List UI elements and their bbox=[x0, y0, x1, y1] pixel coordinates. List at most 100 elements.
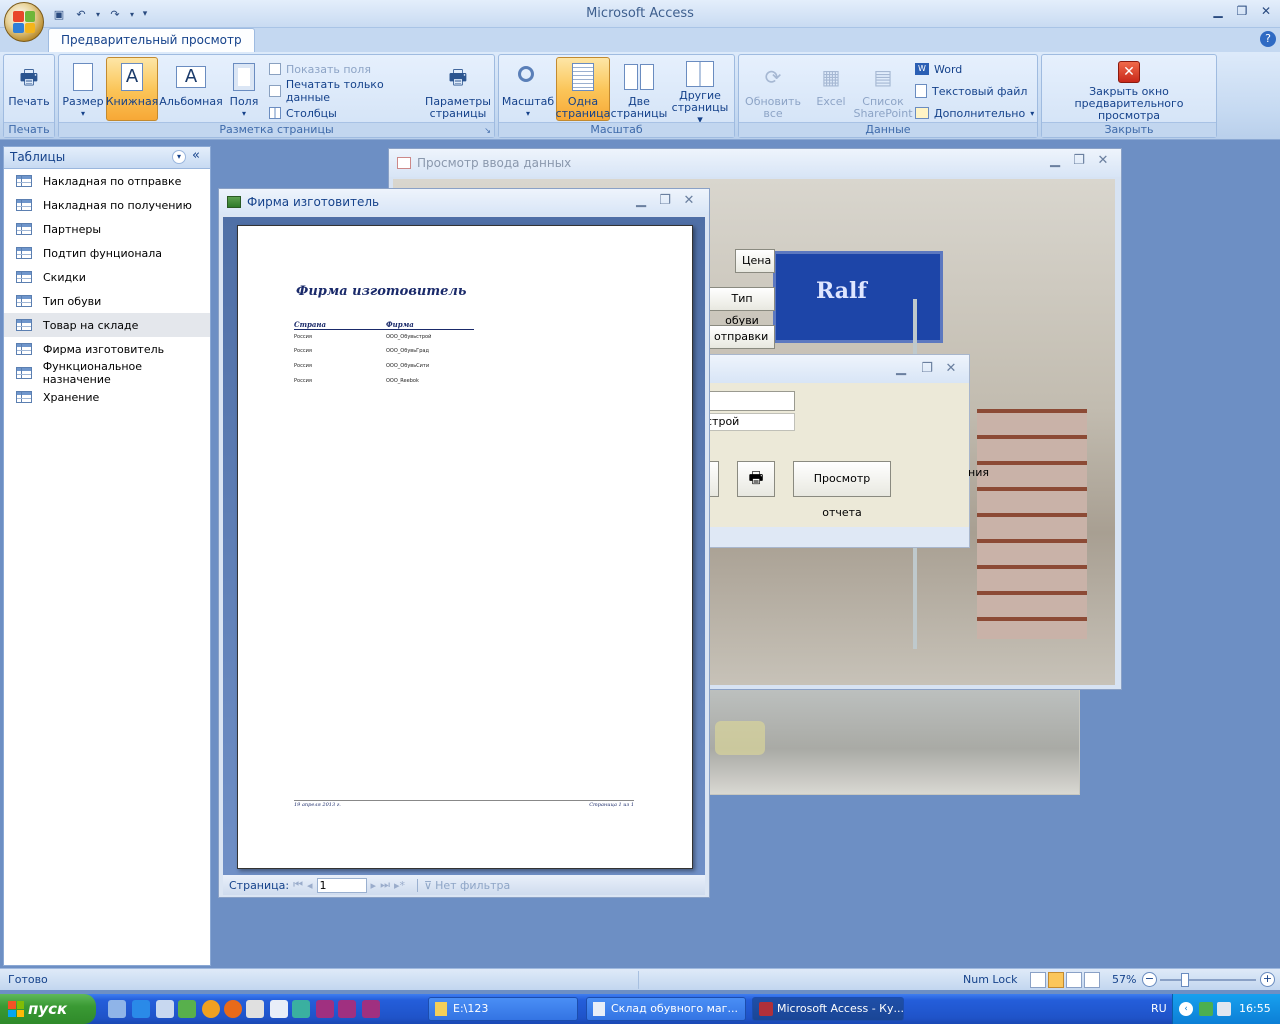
nav-item[interactable]: Партнеры bbox=[4, 217, 210, 241]
undo-icon[interactable]: ↶ bbox=[72, 5, 90, 23]
taskbar-item-document[interactable]: Склад обувного маг... bbox=[586, 997, 746, 1021]
zoom-button[interactable]: Масштаб ▾ bbox=[501, 57, 555, 121]
minimize-icon[interactable]: ▁ bbox=[1206, 4, 1230, 22]
report-page[interactable]: Фирма изготовитель Страна Фирма Россия О… bbox=[237, 225, 693, 869]
tray-expand-icon[interactable]: ‹ bbox=[1179, 1002, 1193, 1016]
prev-page-icon[interactable]: ◂ bbox=[307, 879, 313, 892]
two-pages-button[interactable]: Две страницы bbox=[611, 57, 667, 121]
preview-report-button[interactable]: Просмотр отчета bbox=[793, 461, 891, 519]
redo-icon[interactable]: ↷ bbox=[106, 5, 124, 23]
zoom-out-icon[interactable]: − bbox=[1142, 972, 1157, 987]
page-number-input[interactable]: 1 bbox=[316, 877, 367, 893]
nav-item[interactable]: Функциональное назначение bbox=[4, 360, 210, 386]
chevron-down-icon: ▾ bbox=[241, 109, 246, 118]
filter-indicator[interactable]: ⊽ Нет фильтра bbox=[417, 878, 510, 892]
nav-item[interactable]: Скидки bbox=[4, 265, 210, 289]
minimize-icon[interactable]: ▁ bbox=[631, 193, 651, 211]
maximize-icon[interactable]: ❐ bbox=[917, 361, 937, 379]
undo-dropdown-icon[interactable]: ▾ bbox=[94, 5, 102, 23]
network-icon[interactable] bbox=[1217, 1002, 1231, 1016]
print-data-only-checkbox[interactable]: Печатать только данные bbox=[269, 78, 429, 104]
excel-button[interactable]: ▦ Excel bbox=[809, 57, 853, 121]
close-icon[interactable]: ✕ bbox=[1254, 4, 1278, 22]
size-button[interactable]: Размер ▾ bbox=[61, 57, 105, 121]
sharepoint-list-button[interactable]: ▤ Список SharePoint bbox=[853, 57, 913, 121]
shoe-type-button[interactable]: Тип обуви bbox=[709, 287, 775, 327]
taskbar-item-folder[interactable]: E:\123 bbox=[428, 997, 578, 1021]
tray-icon[interactable] bbox=[1199, 1002, 1213, 1016]
close-preview-button[interactable]: ✕ Закрыть окно предварительного просмотр… bbox=[1044, 57, 1214, 122]
app-icon[interactable] bbox=[202, 1000, 220, 1018]
close-icon[interactable]: ✕ bbox=[941, 361, 961, 379]
app-icon[interactable] bbox=[178, 1000, 196, 1018]
landscape-button[interactable]: A Альбомная bbox=[159, 57, 223, 121]
next-page-icon[interactable]: ▸ bbox=[371, 879, 377, 892]
maximize-icon[interactable]: ❐ bbox=[655, 193, 675, 211]
collapse-pane-icon[interactable]: « bbox=[192, 148, 200, 163]
text-file-button[interactable]: Текстовый файл bbox=[915, 81, 1037, 101]
zoom-slider-track[interactable] bbox=[1160, 979, 1256, 981]
nav-item[interactable]: Тип обуви bbox=[4, 289, 210, 313]
nav-item[interactable]: Хранение bbox=[4, 385, 210, 409]
design-view-icon[interactable] bbox=[1084, 972, 1100, 988]
nav-menu-chevron-icon[interactable]: ▾ bbox=[172, 150, 186, 164]
nav-item[interactable]: Фирма изготовитель bbox=[4, 337, 210, 361]
nav-item[interactable]: Накладная по получению bbox=[4, 193, 210, 217]
desktop-icon[interactable] bbox=[156, 1000, 174, 1018]
word-button[interactable]: W Word bbox=[915, 59, 1037, 79]
maximize-icon[interactable]: ❐ bbox=[1230, 4, 1254, 22]
tab-print-preview[interactable]: Предварительный просмотр bbox=[48, 28, 255, 52]
report-row: Россия ООО_ОбувьСити bbox=[294, 363, 474, 373]
zoom-slider-thumb[interactable] bbox=[1181, 973, 1189, 987]
help-icon[interactable]: ? bbox=[1260, 31, 1276, 47]
dialog-window: ▁ ❐ ✕ строй 🖶 Просмотр отчета bbox=[700, 354, 970, 548]
report-view-icon[interactable] bbox=[1030, 972, 1046, 988]
zoom-in-icon[interactable]: + bbox=[1260, 972, 1275, 987]
print-report-button[interactable]: 🖶 bbox=[737, 461, 775, 497]
more-pages-button[interactable]: Другие страницы ▾ bbox=[668, 57, 732, 126]
columns-button[interactable]: Столбцы bbox=[269, 103, 429, 123]
redo-dropdown-icon[interactable]: ▾ bbox=[128, 5, 136, 23]
nav-item-selected[interactable]: Товар на складе bbox=[4, 313, 210, 337]
quick-launch-icon[interactable] bbox=[108, 1000, 126, 1018]
last-page-icon[interactable]: ⏭ bbox=[380, 878, 390, 892]
start-button[interactable]: пуск bbox=[0, 994, 96, 1024]
dialog-field-1[interactable] bbox=[701, 391, 795, 411]
app-icon[interactable] bbox=[316, 1000, 334, 1018]
new-record-icon[interactable]: ▸* bbox=[394, 879, 405, 892]
app-icon[interactable] bbox=[362, 1000, 380, 1018]
print-button[interactable]: 🖶 Печать bbox=[6, 57, 52, 121]
show-margins-checkbox[interactable]: Показать поля bbox=[269, 59, 429, 79]
maximize-icon[interactable]: ❐ bbox=[1069, 153, 1089, 171]
dialog-launcher-icon[interactable]: ↘ bbox=[484, 126, 491, 135]
portrait-button[interactable]: A Книжная bbox=[106, 57, 158, 121]
margins-button[interactable]: Поля ▾ bbox=[224, 57, 264, 121]
language-indicator[interactable]: RU bbox=[1151, 1002, 1167, 1015]
minimize-icon[interactable]: ▁ bbox=[891, 361, 911, 379]
one-page-button[interactable]: Одна страница bbox=[556, 57, 610, 121]
app-icon[interactable] bbox=[270, 1000, 288, 1018]
firefox-icon[interactable] bbox=[224, 1000, 242, 1018]
print-preview-view-icon[interactable] bbox=[1048, 972, 1064, 988]
shipping-button[interactable]: отправки bbox=[707, 325, 775, 349]
close-icon[interactable]: ✕ bbox=[679, 193, 699, 211]
page-setup-button[interactable]: 🖶 Параметры страницы bbox=[423, 57, 493, 121]
refresh-all-button[interactable]: ⟳ Обновить все bbox=[741, 57, 805, 121]
office-button[interactable] bbox=[4, 2, 44, 42]
app-icon[interactable] bbox=[246, 1000, 264, 1018]
ie-icon[interactable] bbox=[132, 1000, 150, 1018]
minimize-icon[interactable]: ▁ bbox=[1045, 153, 1065, 171]
first-page-icon[interactable]: ⏮ bbox=[293, 878, 303, 892]
close-icon[interactable]: ✕ bbox=[1093, 153, 1113, 171]
app-icon[interactable] bbox=[292, 1000, 310, 1018]
nav-item[interactable]: Накладная по отправке bbox=[4, 169, 210, 193]
taskbar-item-access[interactable]: Microsoft Access - Ку... bbox=[752, 997, 904, 1021]
price-button[interactable]: Цена bbox=[735, 249, 775, 273]
layout-view-icon[interactable] bbox=[1066, 972, 1082, 988]
save-icon[interactable]: ▣ bbox=[50, 5, 68, 23]
nav-item[interactable]: Подтип фунционала bbox=[4, 241, 210, 265]
customize-toolbar-icon[interactable]: ▾ bbox=[140, 5, 150, 23]
app-icon[interactable] bbox=[338, 1000, 356, 1018]
dialog-field-2[interactable]: строй bbox=[701, 413, 795, 431]
more-export-button[interactable]: Дополнительно ▾ bbox=[915, 103, 1037, 123]
